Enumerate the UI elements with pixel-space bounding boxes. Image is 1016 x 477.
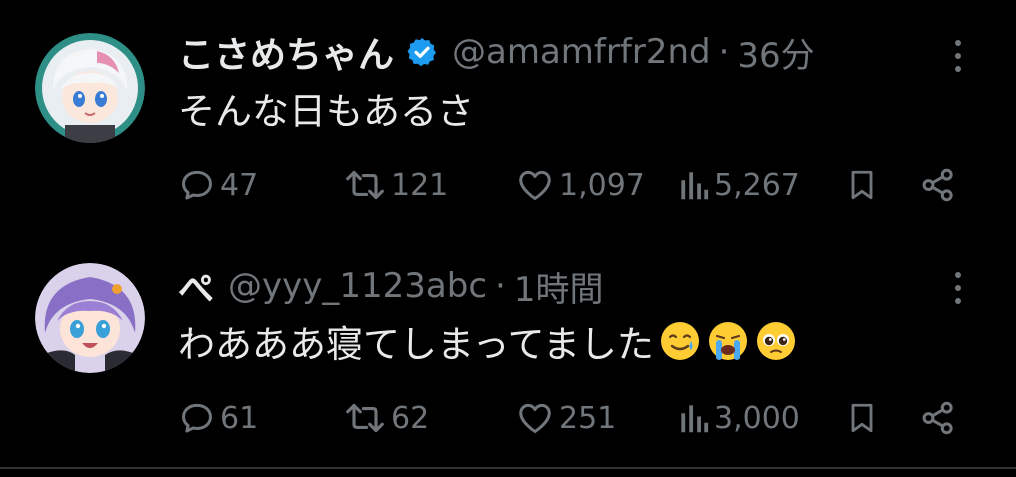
avatar[interactable] [35, 33, 145, 143]
retweet-arrows-icon [346, 170, 384, 200]
retweet-button[interactable]: 121 [343, 160, 448, 210]
more-dots-icon[interactable] [948, 268, 968, 308]
display-name[interactable]: こさめちゃん [178, 26, 394, 78]
bookmark-button[interactable] [844, 393, 880, 443]
speech-bubble-icon [182, 170, 212, 200]
timestamp[interactable]: 36分 [737, 28, 814, 77]
share-button[interactable] [918, 393, 958, 443]
like-button[interactable]: 251 [515, 393, 616, 443]
reply-button[interactable]: 47 [178, 160, 258, 210]
tweet-text: そんな日もあるさ [178, 82, 474, 134]
bar-chart-icon [681, 405, 709, 433]
bookmark-button[interactable] [844, 160, 880, 210]
share-icon [922, 401, 953, 435]
tweet-divider [0, 467, 1016, 469]
tweet[interactable]: こさめちゃん @amamfrfr2nd · 36分 そんな日もあるさ 47 12… [0, 0, 1016, 230]
bookmark-icon [851, 403, 873, 433]
tweet[interactable]: ぺ @yyy_1123abc · 1時間 わあああ寝てしまってました 61 62… [0, 238, 1016, 468]
like-count: 1,097 [559, 167, 645, 203]
views-button[interactable]: 3,000 [678, 393, 800, 443]
views-count: 5,267 [714, 167, 800, 203]
like-button[interactable]: 1,097 [515, 160, 645, 210]
avatar-purple-hair-image [35, 263, 145, 373]
tweet-text-content: そんな日もあるさ [178, 90, 474, 133]
tweet-header: こさめちゃん @amamfrfr2nd · 36分 [178, 27, 815, 77]
retweet-arrows-icon [346, 403, 384, 433]
bookmark-icon [851, 170, 873, 200]
heart-icon [519, 403, 551, 433]
like-count: 251 [559, 400, 617, 436]
separator-dot: · [718, 32, 730, 72]
retweet-count: 121 [391, 167, 449, 203]
tweet-header: ぺ @yyy_1123abc · 1時間 [178, 261, 603, 311]
separator-dot: · [495, 266, 506, 306]
tweet-text-content: わあああ寝てしまってました [178, 323, 654, 366]
more-dots-icon[interactable] [948, 36, 968, 76]
action-bar: 47 121 1,097 5,267 [178, 160, 968, 210]
retweet-button[interactable]: 62 [343, 393, 429, 443]
share-icon [922, 168, 953, 202]
views-button[interactable]: 5,267 [678, 160, 800, 210]
avatar-white-hair-image [35, 33, 145, 143]
timestamp[interactable]: 1時間 [514, 262, 604, 311]
smiling-face-with-tear-emoji [658, 319, 702, 363]
views-count: 3,000 [714, 400, 800, 436]
loudly-crying-face-emoji [706, 319, 750, 363]
speech-bubble-icon [182, 403, 212, 433]
timeline: こさめちゃん @amamfrfr2nd · 36分 そんな日もあるさ 47 12… [0, 0, 1016, 477]
pleading-face-emoji [754, 319, 798, 363]
display-name[interactable]: ぺ [178, 260, 214, 312]
avatar[interactable] [35, 263, 145, 373]
retweet-count: 62 [391, 400, 430, 436]
user-handle[interactable]: @amamfrfr2nd [452, 32, 711, 72]
user-handle[interactable]: @yyy_1123abc [228, 266, 487, 306]
reply-count: 47 [220, 167, 259, 203]
tweet-text: わあああ寝てしまってました [178, 315, 798, 367]
share-button[interactable] [918, 160, 958, 210]
reply-button[interactable]: 61 [178, 393, 258, 443]
heart-icon [519, 170, 551, 200]
verified-badge-icon[interactable] [406, 36, 438, 68]
action-bar: 61 62 251 3,000 [178, 393, 968, 443]
reply-count: 61 [220, 400, 259, 436]
bar-chart-icon [681, 172, 709, 200]
